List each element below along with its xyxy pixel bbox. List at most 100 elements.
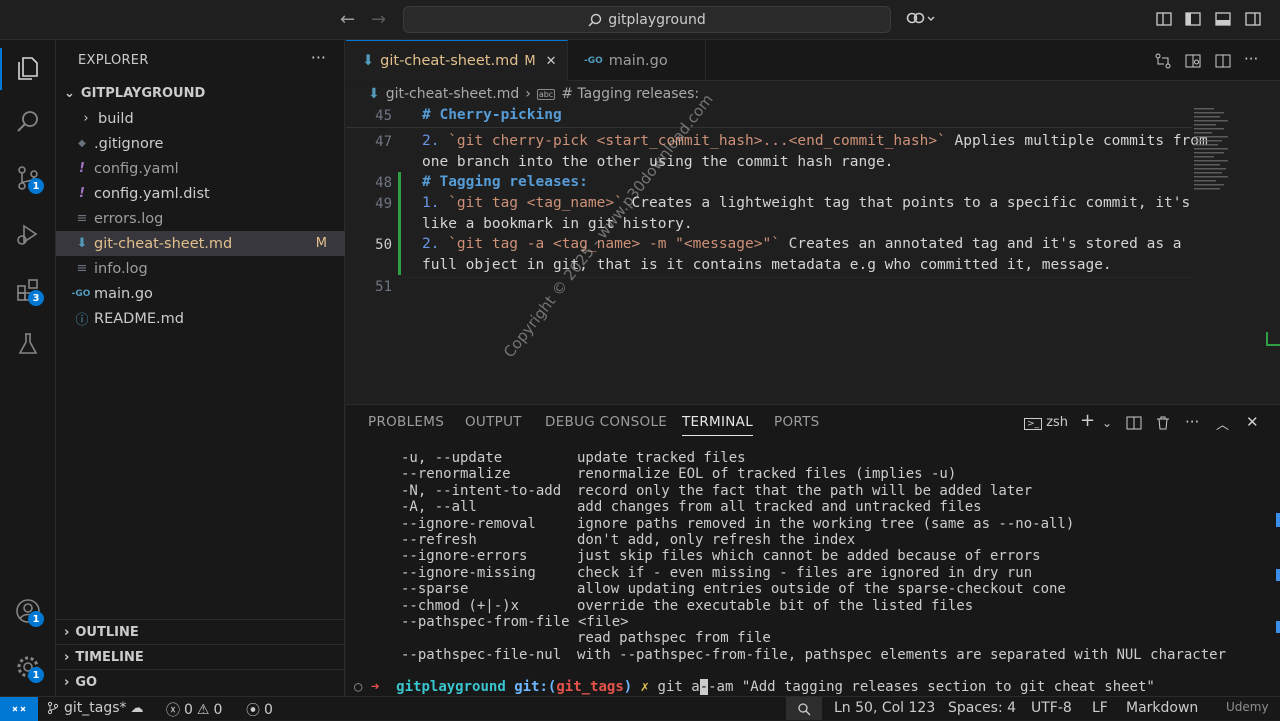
status-bar: git_tags* ☁ ⓧ 0 ⚠ 0 ⦿ 0 Ln 50, Col 123 Spac… (0, 696, 1280, 721)
branch-indicator[interactable]: git_tags* ☁ (46, 700, 144, 716)
new-terminal-icon[interactable]: + (1080, 410, 1095, 431)
tree-item-label: errors.log (94, 210, 164, 227)
terminal-prompt[interactable]: ○ ➜ gitplayground git:(git_tags) ✗ git a… (354, 679, 1155, 695)
tree-item-info-log[interactable]: ≡ info.log (56, 256, 345, 281)
back-icon[interactable]: ← (340, 10, 355, 30)
option-flag: -N, --intent-to-add (401, 482, 562, 499)
copilot-icon[interactable] (906, 10, 936, 28)
terminal-icon: >_ (1024, 418, 1043, 430)
trash-icon[interactable] (1155, 415, 1171, 431)
option-description: don't add, only refresh the index (577, 532, 856, 548)
tree-item-errors-log[interactable]: ≡ errors.log (56, 206, 345, 231)
tab-problems[interactable]: PROBLEMS (368, 414, 444, 430)
terminal-line: --pathspec-file-nul with --pathspec-from-… (401, 647, 1226, 663)
tab-ports[interactable]: PORTS (774, 414, 819, 430)
tab-output[interactable]: OUTPUT (465, 414, 522, 430)
tree-item-readme[interactable]: ⓘ README.md (56, 306, 345, 331)
warning-count: 0 (213, 702, 223, 718)
prompt-arrow-icon: ➜ (370, 679, 380, 695)
tree-item-git-cheat-sheet[interactable]: ⬇ git-cheat-sheet.md M (56, 231, 345, 256)
code-editor[interactable]: 45 # Cherry-picking 47 2. `git cherry-pi… (346, 106, 1280, 404)
explorer-icon[interactable] (10, 50, 46, 86)
heading-cherry-picking: # Cherry-picking (422, 107, 562, 123)
option-flag: --renormalize (401, 466, 511, 483)
option-flag: --ignore-removal (401, 515, 536, 532)
option-description: override the executable bit of the liste… (577, 597, 974, 614)
terminal-cursor: - (699, 679, 709, 695)
close-icon[interactable]: ✕ (546, 54, 557, 69)
zoom-icon[interactable] (786, 697, 822, 720)
breadcrumb-symbol[interactable]: # Tagging releases: (561, 86, 699, 102)
language-mode[interactable]: Markdown (1126, 700, 1198, 716)
cursor-position[interactable]: Ln 50, Col 123 (834, 700, 935, 716)
manage-gear-icon[interactable]: 1 (10, 649, 46, 685)
folder-gitplayground[interactable]: ⌄ GITPLAYGROUND (56, 81, 345, 106)
command-center[interactable]: gitplayground (403, 6, 891, 33)
warning-icon: ⚠ (196, 702, 210, 718)
terminal-shell-selector[interactable]: >_ zsh (1024, 415, 1068, 430)
option-description: update tracked files (577, 450, 746, 466)
split-editor-icon[interactable] (1214, 52, 1232, 70)
tab-debug-console[interactable]: DEBUG CONSOLE (545, 414, 667, 430)
ports-indicator[interactable]: ⦿ 0 (246, 700, 273, 720)
search-view-icon[interactable] (10, 104, 46, 140)
tab-git-cheat-sheet[interactable]: ⬇ git-cheat-sheet.md M ✕ (346, 40, 568, 81)
scm-badge: 1 (28, 178, 44, 194)
folder-label: GITPLAYGROUND (80, 86, 206, 101)
yaml-file-icon: ! (79, 161, 85, 176)
section-go[interactable]: › GO (56, 669, 345, 694)
terminal-line: -N, --intent-to-add record only the fact … (401, 483, 1032, 499)
run-debug-icon[interactable] (10, 216, 46, 252)
tree-item-config-yaml-dist[interactable]: ! config.yaml.dist (56, 181, 345, 206)
line-number: 51 (375, 279, 392, 295)
shell-label: zsh (1046, 415, 1069, 430)
scroll-change-marker (1266, 332, 1280, 346)
terminal-line: read pathspec from file (401, 630, 771, 646)
testing-icon[interactable] (10, 326, 46, 362)
extensions-icon[interactable]: 3 (10, 272, 46, 308)
toggle-primary-sidebar-icon[interactable] (1184, 10, 1202, 28)
tab-terminal[interactable]: TERMINAL (682, 414, 754, 436)
tab-label: main.go (608, 52, 668, 69)
end-of-line[interactable]: LF (1092, 700, 1108, 716)
tree-item-label: git-cheat-sheet.md (94, 235, 233, 252)
line-number: 48 (375, 175, 392, 191)
more-actions-icon[interactable]: ··· (311, 48, 326, 67)
git-file-icon: ◆ (78, 138, 86, 149)
terminal-line: -u, --update update tracked files (401, 450, 746, 466)
toggle-panel-icon[interactable] (1214, 10, 1232, 28)
source-control-icon[interactable]: 1 (10, 160, 46, 196)
tab-main-go[interactable]: -GO main.go (568, 40, 706, 81)
toggle-secondary-sidebar-icon[interactable] (1244, 10, 1262, 28)
customize-layout-icon[interactable] (1155, 10, 1173, 28)
compare-changes-icon[interactable] (1154, 52, 1172, 70)
minimap[interactable] (1192, 106, 1230, 196)
sticky-scroll: 45 # Cherry-picking (346, 106, 1192, 128)
branch-label: git_tags* (64, 700, 127, 716)
forward-icon[interactable]: → (371, 10, 386, 30)
indentation[interactable]: Spaces: 4 (948, 700, 1016, 716)
more-actions-icon[interactable]: ··· (1185, 413, 1199, 431)
tree-item-config-yaml[interactable]: ! config.yaml (56, 156, 345, 181)
open-preview-icon[interactable] (1184, 52, 1202, 70)
encoding[interactable]: UTF-8 (1031, 700, 1072, 716)
close-panel-icon[interactable]: ✕ (1246, 413, 1259, 431)
section-outline[interactable]: › OUTLINE (56, 619, 345, 644)
maximize-panel-icon[interactable]: ︿ (1216, 414, 1229, 433)
problems-indicator[interactable]: ⓧ 0 ⚠ 0 (166, 700, 222, 720)
remote-indicator-icon[interactable] (0, 697, 38, 721)
more-actions-icon[interactable]: ··· (1244, 50, 1258, 68)
breadcrumb-separator: › (525, 86, 531, 102)
tree-item-gitignore[interactable]: ◆ .gitignore (56, 131, 345, 156)
breadcrumb-file[interactable]: git-cheat-sheet.md (386, 86, 519, 102)
active-indicator (0, 48, 2, 90)
modified-badge: M (315, 236, 327, 251)
tree-item-label: build (98, 110, 134, 127)
chevron-down-icon[interactable]: ⌄ (1102, 416, 1112, 430)
section-timeline[interactable]: › TIMELINE (56, 644, 345, 669)
tree-item-build[interactable]: › build (56, 106, 345, 131)
split-terminal-icon[interactable] (1126, 415, 1142, 431)
terminal-line: --renormalize renormalize EOL of tracked … (401, 466, 956, 482)
accounts-icon[interactable]: 1 (10, 593, 46, 629)
tree-item-main-go[interactable]: -GO main.go (56, 281, 345, 306)
